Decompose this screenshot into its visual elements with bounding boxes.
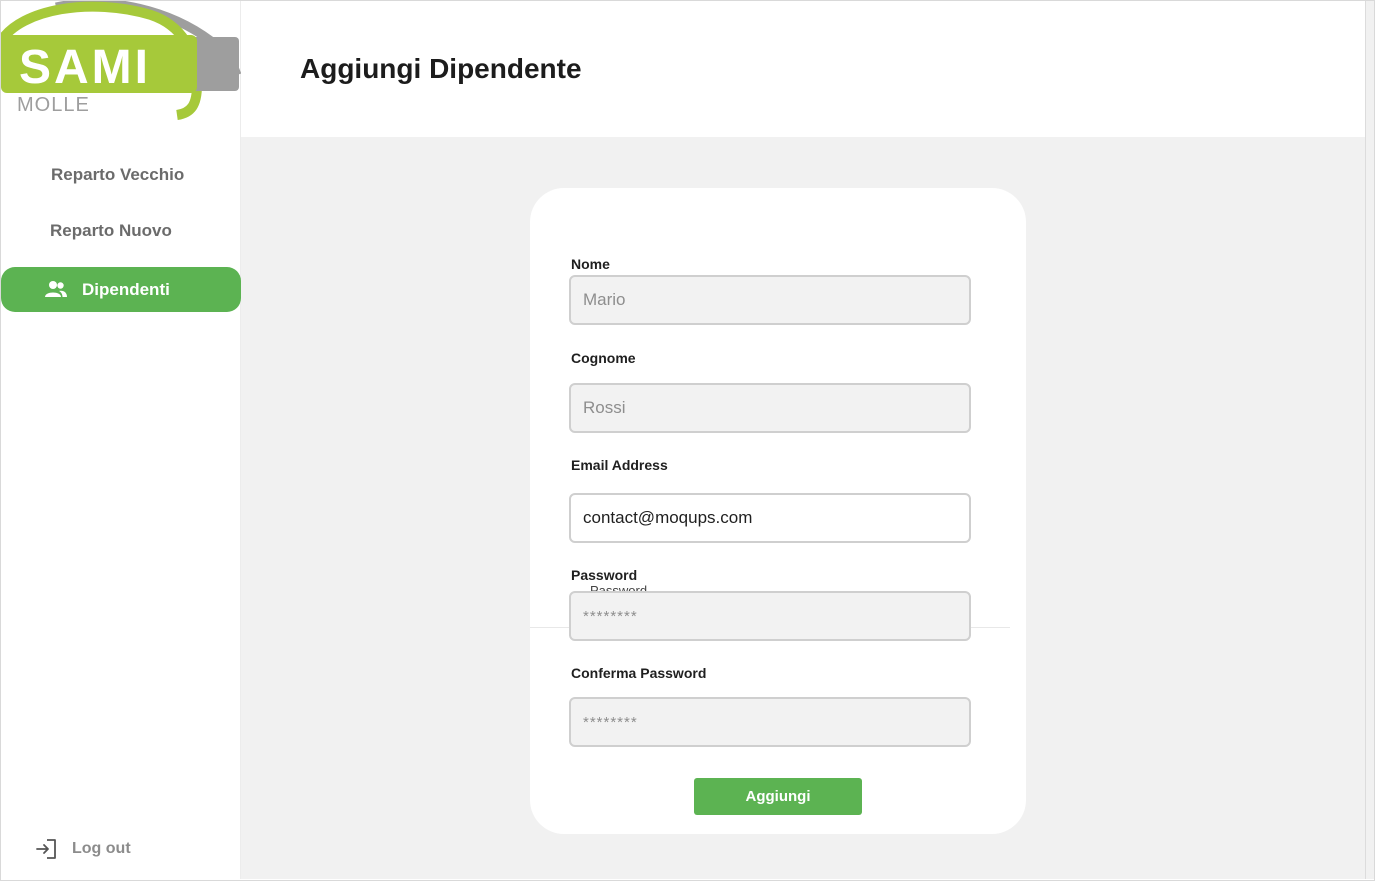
aggiungi-button[interactable]: Aggiungi <box>694 778 862 815</box>
window-edge <box>1365 1 1374 879</box>
conferma-password-label: Conferma Password <box>571 665 707 681</box>
conferma-password-input[interactable] <box>569 697 971 747</box>
logout-label: Log out <box>72 840 131 857</box>
email-input[interactable] <box>569 493 971 543</box>
svg-text:SAMI: SAMI <box>19 41 151 94</box>
people-icon <box>45 280 67 298</box>
nome-label: Nome <box>571 256 610 272</box>
email-label: Email Address <box>571 457 668 473</box>
sidebar-item-dipendenti[interactable]: Dipendenti <box>1 267 241 312</box>
sidebar-item-reparto-vecchio[interactable]: Reparto Vecchio <box>51 165 184 185</box>
sami-molle-logo: SAMI MOLLE <box>0 0 242 121</box>
cognome-input[interactable] <box>569 383 971 433</box>
sidebar-item-reparto-nuovo[interactable]: Reparto Nuovo <box>50 221 172 241</box>
logout-icon <box>35 837 59 861</box>
nome-input[interactable] <box>569 275 971 325</box>
sidebar-item-label: Dipendenti <box>82 280 170 299</box>
page-title: Aggiungi Dipendente <box>300 53 582 84</box>
header: Aggiungi Dipendente <box>241 1 1365 137</box>
password-input[interactable] <box>569 591 971 641</box>
sidebar: SAMI MOLLE Reparto Vecchio Reparto Nuovo… <box>0 0 242 879</box>
cognome-label: Cognome <box>571 350 636 366</box>
password-label: Password <box>571 567 638 583</box>
logout-button[interactable]: Log out <box>35 837 131 861</box>
svg-text:MOLLE: MOLLE <box>17 94 90 116</box>
